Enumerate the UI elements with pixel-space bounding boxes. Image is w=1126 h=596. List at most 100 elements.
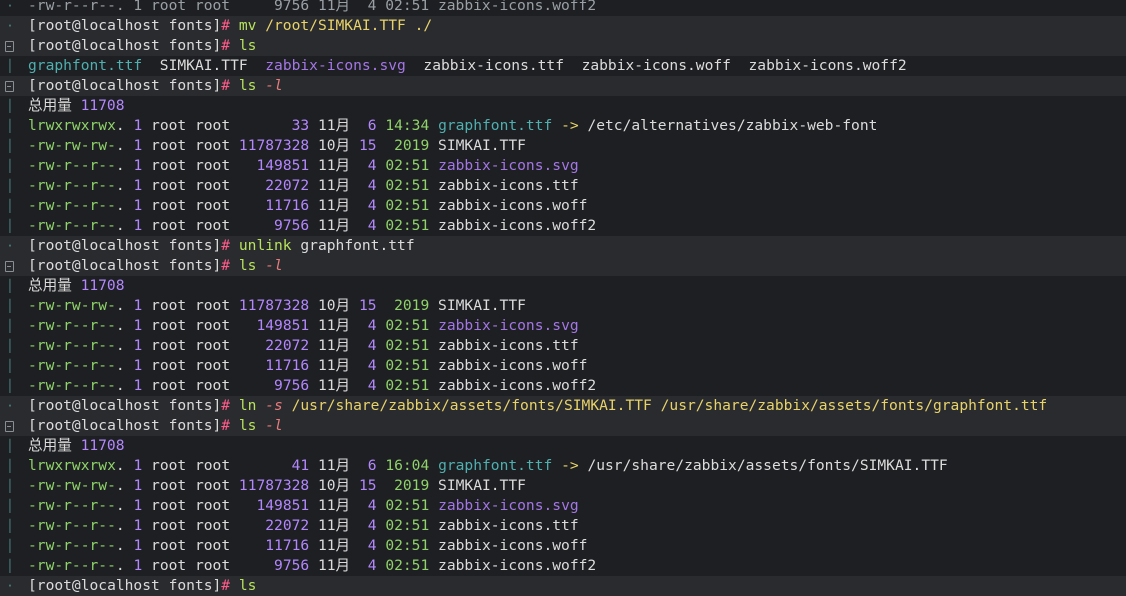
- text-segment: 02:51: [385, 337, 430, 354]
- terminal-output[interactable]: · -rw-r--r--. 1 root root 9756 11月 4 02:5…: [0, 0, 1126, 596]
- gutter-marker-icon: │: [6, 499, 14, 513]
- gutter-marker-icon: │: [6, 459, 14, 473]
- text-segment: [377, 137, 395, 154]
- output-line: │ -rw-r--r--. 1 root root 149851 11月 4 02…: [0, 156, 1126, 176]
- text-segment: SIMKAI.TTF: [429, 297, 526, 314]
- text-segment: 4: [367, 197, 377, 214]
- output-line: │ -rw-r--r--. 1 root root 11716 11月 4 02:…: [0, 536, 1126, 556]
- fold-toggle-icon[interactable]: [3, 76, 17, 96]
- text-segment: zabbix-icons.svg: [438, 317, 579, 334]
- prompt-line: · [root@localhost fonts]# mv /root/SIMKAI…: [0, 16, 1126, 36]
- output-line: │ lrwxrwxrwx. 1 root root 41 11月 6 16:04 …: [0, 456, 1126, 476]
- text-segment: -s: [265, 397, 283, 414]
- output-line: │ 总用量 11708: [0, 96, 1126, 116]
- text-segment: -rw-r--r--: [28, 557, 116, 574]
- text-segment: 总用量: [28, 437, 81, 454]
- text-segment: 11月: [309, 177, 368, 194]
- text-segment: #: [221, 397, 239, 414]
- text-segment: zabbix-icons.ttf: [429, 177, 579, 194]
- text-segment: SIMKAI.TTF: [429, 477, 526, 494]
- gutter-marker-icon: ·: [6, 19, 14, 33]
- text-segment: [377, 317, 386, 334]
- text-segment: #: [221, 257, 239, 274]
- output-line: │ -rw-r--r--. 1 root root 22072 11月 4 02:…: [0, 516, 1126, 536]
- text-segment: root root: [142, 197, 266, 214]
- text-segment: zabbix-icons.svg: [438, 497, 579, 514]
- text-segment: ->: [552, 457, 588, 474]
- text-segment: zabbix-icons.svg: [265, 57, 406, 74]
- text-segment: 02:51: [385, 517, 430, 534]
- gutter-marker-icon: │: [6, 119, 14, 133]
- text-segment: [377, 157, 386, 174]
- text-segment: ls: [238, 577, 257, 594]
- text-segment: 11月: [309, 357, 368, 374]
- fold-toggle-icon[interactable]: [3, 416, 17, 436]
- output-line: │ graphfont.ttf SIMKAI.TTF zabbix-icons.s…: [0, 56, 1126, 76]
- text-segment: 22072: [265, 337, 310, 354]
- text-segment: #: [221, 417, 239, 434]
- text-segment: 10月: [309, 297, 359, 314]
- text-segment: root root: [142, 177, 266, 194]
- fold-toggle-icon[interactable]: [3, 256, 17, 276]
- text-segment: 4: [367, 537, 377, 554]
- text-segment: 11708: [80, 277, 125, 294]
- text-segment: [377, 517, 386, 534]
- text-segment: root root: [142, 217, 275, 234]
- text-segment: 1: [133, 457, 143, 474]
- text-segment: [429, 117, 438, 134]
- text-segment: graphfont.ttf: [438, 117, 553, 134]
- text-segment: [root@localhost fonts]: [28, 37, 222, 54]
- text-segment: -rw-r--r--: [28, 357, 116, 374]
- gutter-marker-icon: │: [6, 319, 14, 333]
- text-segment: zabbix-icons.woff: [429, 197, 588, 214]
- output-line: │ -rw-r--r--. 1 root root 9756 11月 4 02:5…: [0, 216, 1126, 236]
- text-segment: 02:51: [385, 357, 430, 374]
- text-segment: .: [115, 537, 134, 554]
- text-segment: .: [115, 557, 134, 574]
- text-segment: 02:51: [385, 197, 430, 214]
- text-segment: [377, 537, 386, 554]
- text-segment: /usr/share/zabbix/assets/fonts/SIMKAI.TT…: [282, 397, 1048, 414]
- text-segment: 4: [367, 317, 377, 334]
- text-segment: .: [115, 157, 134, 174]
- text-segment: .: [115, 197, 134, 214]
- text-segment: 11月: [309, 377, 368, 394]
- gutter-marker-icon: │: [6, 219, 14, 233]
- text-segment: zabbix-icons.woff2: [429, 377, 597, 394]
- text-segment: #: [221, 77, 239, 94]
- text-segment: 11708: [80, 97, 125, 114]
- fold-toggle-icon[interactable]: [3, 36, 17, 56]
- text-segment: 1: [133, 537, 143, 554]
- text-segment: root root: [142, 137, 239, 154]
- text-segment: [377, 337, 386, 354]
- text-segment: root root: [142, 157, 257, 174]
- text-segment: 1: [133, 557, 143, 574]
- text-segment: root root: [142, 377, 275, 394]
- text-segment: 33: [291, 117, 310, 134]
- gutter-marker-icon: │: [6, 199, 14, 213]
- text-segment: [377, 497, 386, 514]
- text-segment: 1: [133, 137, 143, 154]
- text-segment: .: [115, 137, 134, 154]
- text-segment: 11月: [309, 317, 368, 334]
- output-line: │ -rw-r--r--. 1 root root 149851 11月 4 02…: [0, 496, 1126, 516]
- text-segment: -rw-rw-rw-: [28, 137, 116, 154]
- prompt-line: [root@localhost fonts]# ls -l: [0, 416, 1126, 436]
- text-segment: 14:34: [385, 117, 430, 134]
- text-segment: [377, 557, 386, 574]
- text-segment: .: [115, 117, 134, 134]
- text-segment: 22072: [265, 517, 310, 534]
- text-segment: 41: [291, 457, 310, 474]
- text-segment: zabbix-icons.woff2: [429, 557, 597, 574]
- text-segment: #: [221, 37, 239, 54]
- text-segment: [377, 357, 386, 374]
- text-segment: #: [221, 577, 239, 594]
- text-segment: -l: [265, 417, 283, 434]
- prompt-line: · [root@localhost fonts]# ls: [0, 576, 1126, 596]
- text-segment: -l: [265, 77, 283, 94]
- text-segment: 4: [367, 557, 377, 574]
- prompt-line: [root@localhost fonts]# ls: [0, 36, 1126, 56]
- output-line: │ -rw-rw-rw-. 1 root root 11787328 10月 15…: [0, 476, 1126, 496]
- text-segment: 4: [367, 377, 377, 394]
- gutter-marker-icon: │: [6, 339, 14, 353]
